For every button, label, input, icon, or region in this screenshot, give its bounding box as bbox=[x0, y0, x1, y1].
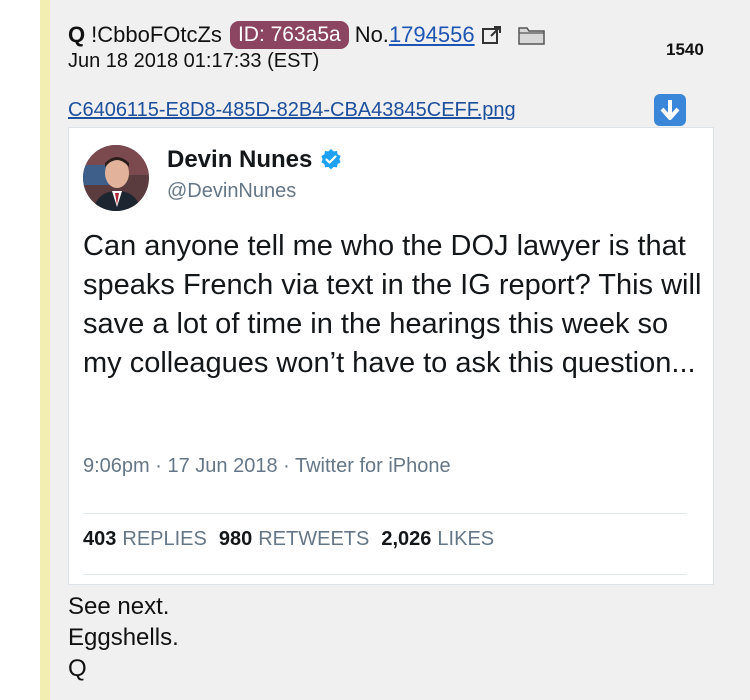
post-message: See next. Eggshells. Q bbox=[68, 591, 179, 684]
retweets-label: RETWEETS bbox=[258, 528, 370, 550]
poster-name: Q bbox=[68, 22, 86, 47]
attachment-filename-link[interactable]: C6406115-E8D8-485D-82B4-CBA43845CEFF.png bbox=[68, 99, 516, 122]
post-header: Q !CbboFOtcZs ID: 763a5a No. 1794556 bbox=[68, 20, 547, 50]
avatar bbox=[83, 145, 149, 211]
replies-label: REPLIES bbox=[122, 528, 207, 550]
tweet-screenshot: Devin Nunes @DevinNunes Can anyone tell … bbox=[68, 127, 714, 585]
post-index: 1540 bbox=[666, 40, 704, 59]
download-icon[interactable] bbox=[653, 93, 687, 127]
poster-tripcode: !CbboFOtcZs bbox=[91, 22, 222, 47]
tweet-text: Can anyone tell me who the DOJ lawyer is… bbox=[83, 230, 702, 379]
poster-id-badge[interactable]: ID: 763a5a bbox=[229, 21, 349, 49]
tweet-timestamp: 9:06pm · 17 Jun 2018 · Twitter for iPhon… bbox=[83, 455, 451, 477]
message-line: Eggshells. bbox=[68, 624, 179, 651]
likes-count: 2,026 bbox=[381, 528, 432, 550]
external-link-icon[interactable] bbox=[481, 24, 503, 46]
likes-label: LIKES bbox=[437, 528, 495, 550]
post-container: Q !CbboFOtcZs ID: 763a5a No. 1794556 Jun… bbox=[40, 0, 750, 700]
post-date: Jun 18 2018 01:17:33 (EST) bbox=[68, 50, 320, 72]
tweet-stats: 403 REPLIES 980 RETWEETS 2,026 LIKES bbox=[83, 528, 506, 551]
post-accent-bar bbox=[40, 0, 50, 700]
tweet-author-name: Devin Nunes bbox=[167, 146, 343, 174]
retweets-count: 980 bbox=[218, 528, 253, 550]
message-line: Q bbox=[68, 655, 87, 682]
divider bbox=[83, 574, 687, 575]
tweet-author-handle: @DevinNunes bbox=[167, 180, 297, 202]
message-line: See next. bbox=[68, 593, 170, 620]
divider bbox=[83, 513, 687, 514]
folder-icon[interactable] bbox=[517, 23, 547, 47]
post-number-link[interactable]: 1794556 bbox=[389, 22, 475, 48]
tweet-author-name-text: Devin Nunes bbox=[167, 146, 313, 173]
verified-icon bbox=[321, 149, 341, 170]
post-number-label: No. bbox=[354, 22, 389, 47]
replies-count: 403 bbox=[83, 528, 117, 550]
